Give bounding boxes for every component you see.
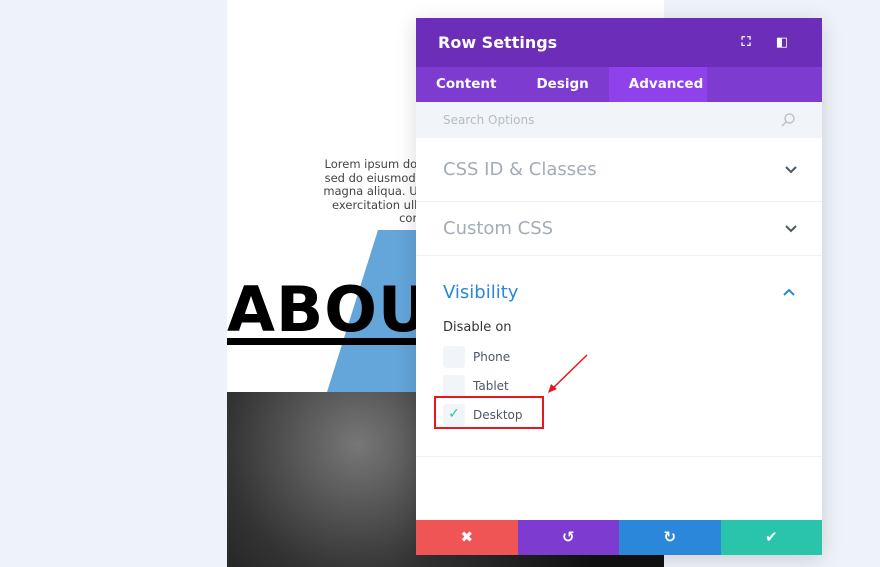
- annotation-arrow-icon: [548, 354, 588, 393]
- redo-icon: ↻: [663, 528, 677, 546]
- checkbox-label: Phone: [473, 349, 511, 364]
- visibility-toggle[interactable]: Visibility: [443, 256, 795, 328]
- redo-button[interactable]: ↻: [619, 520, 721, 555]
- search-placeholder: Search Options: [443, 113, 535, 127]
- section-css-id-classes[interactable]: CSS ID & Classes: [416, 138, 822, 202]
- checkbox[interactable]: [443, 345, 465, 368]
- section-label: Visibility: [443, 281, 519, 303]
- checkbox-phone[interactable]: Phone: [443, 342, 795, 371]
- close-icon: ✖: [460, 528, 474, 546]
- checkbox[interactable]: [443, 374, 465, 397]
- search-icon: [781, 113, 795, 127]
- tab-design[interactable]: Design: [516, 67, 608, 102]
- fullscreen-icon[interactable]: ⛶: [728, 35, 764, 50]
- section-label: CSS ID & Classes: [443, 159, 597, 180]
- chevron-down-icon: [785, 165, 797, 173]
- tab-bar: Content Design Advanced: [416, 67, 822, 102]
- undo-button[interactable]: ↺: [517, 520, 619, 555]
- checkbox-label: Tablet: [473, 378, 509, 393]
- heading-underline: [227, 338, 427, 345]
- tab-content[interactable]: Content: [416, 67, 516, 102]
- cancel-button[interactable]: ✖: [416, 520, 518, 555]
- undo-icon: ↺: [561, 528, 575, 546]
- save-button[interactable]: ✔: [720, 520, 822, 555]
- highlight-box: [434, 396, 544, 429]
- panel-footer: ✖ ↺ ↻ ✔: [416, 520, 822, 555]
- chevron-up-icon: [783, 288, 795, 296]
- check-icon: ✔: [764, 528, 778, 546]
- disable-on-label: Disable on: [443, 320, 512, 335]
- row-settings-panel: Row Settings ⛶ ◧ Content Design Advanced…: [416, 18, 822, 555]
- tab-advanced[interactable]: Advanced: [608, 67, 707, 102]
- divider: [416, 456, 822, 457]
- panel-title: Row Settings: [438, 33, 558, 52]
- section-custom-css[interactable]: Custom CSS: [416, 202, 822, 256]
- chevron-down-icon: [785, 224, 797, 232]
- sidebar-layout-icon[interactable]: ◧: [764, 35, 800, 50]
- section-label: Custom CSS: [443, 218, 554, 239]
- panel-header: Row Settings ⛶ ◧: [416, 18, 822, 67]
- search-input[interactable]: Search Options: [416, 102, 822, 138]
